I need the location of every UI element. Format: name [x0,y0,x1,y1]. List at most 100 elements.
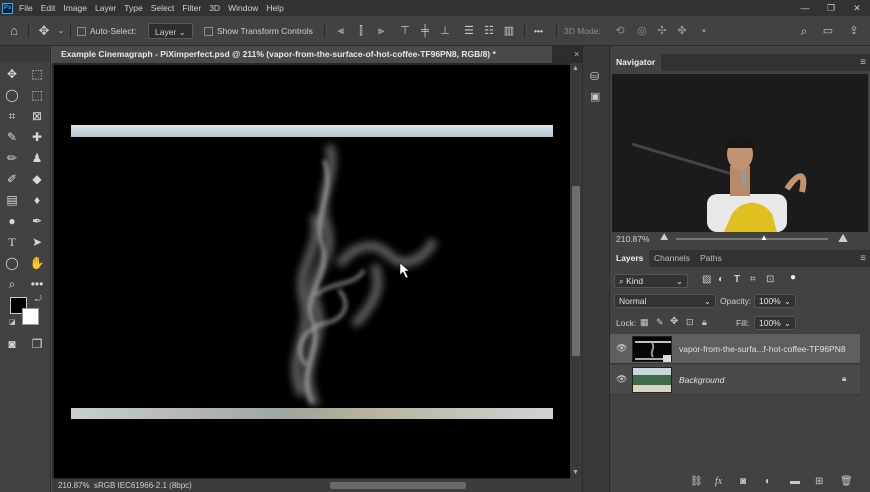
history-brush-icon[interactable]: ✐ [2,170,22,188]
layers-menu-icon[interactable]: ≡ [860,250,866,267]
adjustment-layer-icon[interactable]: ◐ [765,476,771,487]
blend-mode-select[interactable]: Normal ⌄ [614,294,716,308]
share-icon[interactable]: ⇪ [846,24,862,38]
edit-toolbar-icon[interactable]: ••• [27,275,47,293]
auto-select-checkbox[interactable]: Auto-Select: [77,23,136,39]
quick-mask-icon[interactable]: ◙ [2,335,22,353]
swap-colors-icon[interactable]: ⤾ [35,294,42,304]
move-tool-icon[interactable]: ✥ [2,65,22,83]
eraser-icon[interactable]: ◆ [27,170,47,188]
fx-icon[interactable]: fx [715,476,722,487]
object-selection-icon[interactable]: ⬚ [27,86,47,104]
auto-select-target-dropdown[interactable]: Layer ⌄ [148,23,193,39]
distribute-vertical-icon[interactable]: ☷ [482,24,496,38]
marquee-tool-icon[interactable]: ⬚ [27,65,47,83]
align-right-icon[interactable]: ⫸ [374,24,388,38]
close-window-button[interactable]: ✕ [844,0,870,16]
align-bottom-icon[interactable]: ⊥ [438,24,452,38]
layer-name[interactable]: vapor-from-the-surfa...f-hot-coffee-TF96… [679,334,846,364]
document-tab[interactable]: Example Cinemagraph - PiXimperfect.psd @… [52,46,552,63]
filter-toggle-icon[interactable]: ● [790,272,796,283]
ellipse-tool-icon[interactable]: ◯ [2,254,22,272]
navigator-menu-icon[interactable]: ≡ [860,54,866,71]
dodge-tool-icon[interactable]: ● [2,212,22,230]
menu-help[interactable]: Help [266,3,283,13]
align-middle-icon[interactable]: ╪ [418,24,432,38]
close-document-icon[interactable]: × [574,46,579,63]
3d-drag-icon[interactable]: ✣ [654,24,670,38]
3d-orbit-icon[interactable]: ⟲ [612,24,628,38]
delete-layer-icon[interactable]: 🗑︎ [840,476,853,487]
brush-tool-icon[interactable]: ✏ [2,149,22,167]
status-zoom[interactable]: 210.87% [58,479,90,492]
zoom-tool-icon[interactable]: ⌕ [2,275,22,293]
restore-button[interactable]: ❐ [818,0,844,16]
navigator-zoom-thumb[interactable]: ▲ [760,233,768,242]
menu-3d[interactable]: 3D [209,3,220,13]
lock-artboard-icon[interactable]: ⊡ [686,317,694,328]
history-panel-icon[interactable]: ⛁ [590,70,599,83]
filter-shape-icon[interactable]: ⌗ [750,274,756,285]
lock-pixels-icon[interactable]: ✎ [656,317,664,328]
screen-mode-icon[interactable]: ❐ [27,335,47,353]
layer-row-background[interactable]: 👁︎ Background 🔒︎ [610,365,860,395]
search-icon[interactable]: ⌕ [796,24,812,38]
layer-name[interactable]: Background [679,365,724,395]
tab-paths[interactable]: Paths [694,250,728,267]
eyedropper-icon[interactable]: ✎ [2,128,22,146]
eye-icon[interactable]: 👁︎ [616,343,627,354]
menu-image[interactable]: Image [63,3,87,13]
filter-pixel-icon[interactable]: ▨ [702,274,711,285]
lock-transparent-icon[interactable]: ▦ [640,317,649,328]
layer-filter-kind[interactable]: ⌕ Kind ⌄ [614,274,688,288]
zoom-in-icon[interactable]: ⛰ [838,231,848,246]
layer-row-vapor[interactable]: 👁︎ vapor-from-the-surfa...f-hot-coffee-T… [610,334,860,364]
home-icon[interactable]: ⌂ [6,24,22,38]
align-center-icon[interactable]: ⫿ [354,24,368,38]
vertical-scroll-thumb[interactable] [572,186,580,356]
stamp-tool-icon[interactable]: ♟ [27,149,47,167]
frame-tool-icon[interactable]: ⊠ [27,107,47,125]
3d-slide-icon[interactable]: ✤ [674,24,690,38]
show-transform-controls-checkbox[interactable]: Show Transform Controls [204,23,313,39]
zoom-out-icon[interactable]: ⛰ [660,232,668,243]
menu-window[interactable]: Window [228,3,258,13]
scroll-down-icon[interactable]: ▼ [572,469,579,476]
navigator-zoom[interactable]: 210.87% [616,234,650,244]
eye-icon[interactable]: 👁︎ [616,374,627,385]
tab-layers[interactable]: Layers [610,250,650,267]
move-tool-icon[interactable]: ✥ [36,24,52,38]
distribute-icon[interactable]: ☰ [462,24,476,38]
menu-filter[interactable]: Filter [182,3,201,13]
scroll-up-icon[interactable]: ▲ [572,65,579,72]
more-options-button[interactable]: ••• [534,23,543,39]
align-left-icon[interactable]: ⫷ [334,24,348,38]
chevron-down-icon[interactable]: ⌄ [56,24,66,38]
default-colors-icon[interactable]: ◪ [9,318,16,326]
group-folder-icon[interactable]: ▬ [790,476,800,487]
lasso-tool-icon[interactable]: ◯ [2,86,22,104]
align-top-icon[interactable]: ⊤ [398,24,412,38]
menu-file[interactable]: File [19,3,33,13]
path-selection-icon[interactable]: ➤ [27,233,47,251]
minimize-button[interactable]: — [792,0,818,16]
healing-brush-icon[interactable]: ✚ [27,128,47,146]
filter-type-icon[interactable]: T [734,274,740,285]
add-mask-icon[interactable]: ◙ [740,476,746,487]
3d-roll-icon[interactable]: ◎ [634,24,650,38]
hand-tool-icon[interactable]: ✋ [27,254,47,272]
3d-scale-icon[interactable]: ▪ [696,24,712,38]
menu-edit[interactable]: Edit [41,3,56,13]
info-panel-icon[interactable]: ▣ [590,90,600,103]
navigator-zoom-slider[interactable] [676,238,828,240]
gradient-tool-icon[interactable]: ▤ [2,191,22,209]
tab-navigator[interactable]: Navigator [610,54,662,71]
menu-layer[interactable]: Layer [95,3,116,13]
document-canvas[interactable] [54,65,570,478]
new-layer-icon[interactable]: ⊞ [815,476,823,487]
crop-tool-icon[interactable]: ⌗ [2,107,22,125]
filter-smart-object-icon[interactable]: ⊡ [766,274,774,285]
link-layers-icon[interactable]: ⛓ [690,476,703,487]
menu-select[interactable]: Select [151,3,175,13]
background-color-swatch[interactable] [22,308,39,325]
